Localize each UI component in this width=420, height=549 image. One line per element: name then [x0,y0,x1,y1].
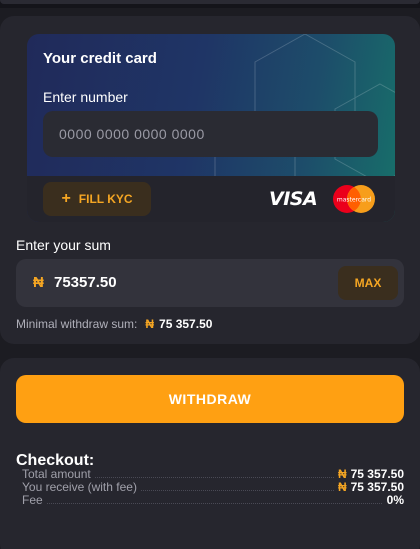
checkout-row-value: 0% [382,493,404,507]
checkout-row-label: Fee [22,494,47,507]
naira-currency-icon: ₦ [33,274,44,291]
checkout-row-fee: Fee 0% [22,494,404,507]
fee-value: 0% [386,493,404,507]
naira-currency-icon: ₦ [337,480,347,494]
max-button[interactable]: MAX [338,266,398,300]
minimal-withdraw-row: Minimal withdraw sum: ₦ 75 357.50 [16,317,212,331]
checkout-row-receive: You receive (with fee) ₦ 75 357.50 [22,481,404,494]
plus-icon: + [61,190,71,207]
visa-logo: VISA [269,188,318,210]
total-amount-value: 75 357.50 [350,467,404,481]
sum-value[interactable]: 75357.50 [54,274,117,291]
sum-input[interactable]: ₦ 75357.50 MAX [16,259,404,307]
card-number-input[interactable] [43,111,378,157]
minimal-withdraw-value: 75 357.50 [159,317,213,331]
card-footer: + FILL KYC VISA mastercard [27,176,395,222]
credit-card: Your credit card Enter number + FILL KYC… [27,34,395,222]
naira-currency-icon: ₦ [337,467,347,481]
fill-kyc-button[interactable]: + FILL KYC [43,182,151,216]
withdraw-button[interactable]: WITHDRAW [16,375,404,423]
card-number-label: Enter number [43,89,128,105]
minimal-withdraw-label: Minimal withdraw sum: [16,317,138,331]
sum-label: Enter your sum [16,237,111,253]
mastercard-label: mastercard [337,197,371,204]
receive-amount-value: 75 357.50 [350,480,404,494]
dotted-leader [22,503,404,504]
previous-panel-edge [0,0,420,4]
card-title: Your credit card [43,50,157,67]
mastercard-logo: mastercard [333,185,375,213]
naira-currency-icon: ₦ [145,317,155,331]
fill-kyc-label: FILL KYC [78,192,133,206]
